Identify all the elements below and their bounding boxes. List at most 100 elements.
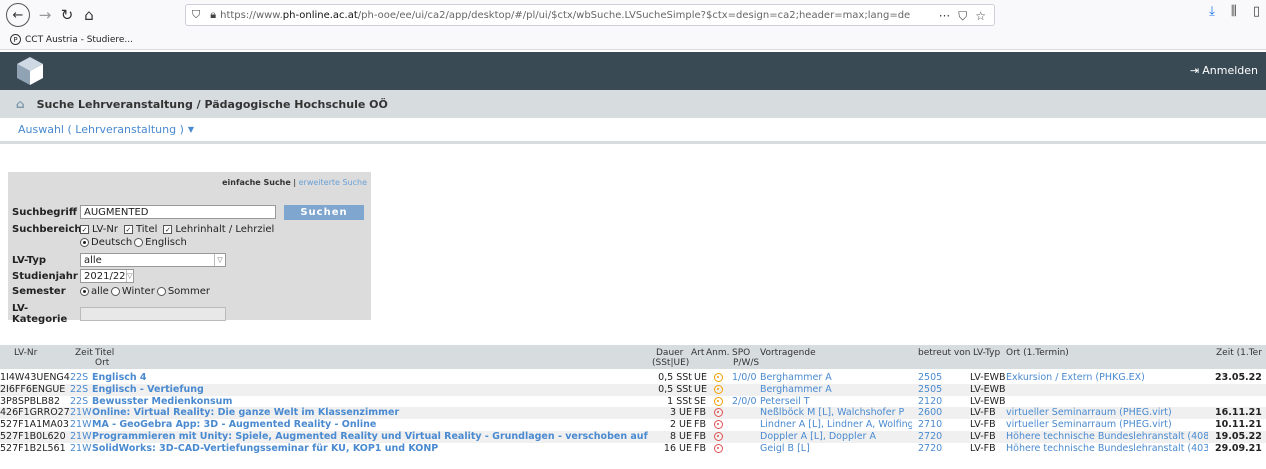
checkbox-lehrinhalt[interactable]: ✓ xyxy=(163,225,173,234)
cell-betreut[interactable]: 2600 xyxy=(918,407,958,419)
cell-datum: 19.05.22 xyxy=(1215,430,1262,442)
course-title-link[interactable]: Programmieren mit Unity: Spiele, Augment… xyxy=(92,431,652,443)
login-button[interactable]: ⇥ Anmelden xyxy=(1190,64,1258,77)
cell-lvnr: 3P8SPBLB82 xyxy=(0,395,60,407)
cell-betreut[interactable]: 2720 xyxy=(918,431,958,443)
home-icon[interactable]: ⌂ xyxy=(16,97,25,111)
location-link[interactable]: Höhere technische Bundeslehranstalt (408… xyxy=(1006,431,1208,443)
more-actions-icon[interactable]: ··· xyxy=(939,9,950,23)
radio-deutsch[interactable] xyxy=(80,238,89,247)
chevron-down-icon: ▽ xyxy=(125,270,133,282)
chevron-down-icon: ▽ xyxy=(214,254,225,266)
cell-semester: 22S xyxy=(70,372,89,383)
course-title-link[interactable]: Online: Virtual Reality: Die ganze Welt … xyxy=(92,407,652,419)
search-term-label: Suchbegriff xyxy=(12,206,77,218)
cell-art: FB xyxy=(694,419,706,431)
search-button[interactable]: Suchen xyxy=(284,205,364,220)
bookmarks-bar: P CCT Austria - Studiere... xyxy=(0,30,1266,50)
cell-art: UE xyxy=(694,372,707,383)
cell-art: FB xyxy=(694,407,706,419)
lecturer-link[interactable]: Berghammer A xyxy=(760,384,912,396)
radio-semester-winter[interactable] xyxy=(110,287,120,296)
forward-arrow-icon[interactable]: → xyxy=(34,4,56,26)
cell-lvtyp: LV-FB xyxy=(970,419,996,431)
location-link[interactable]: virtueller Seminarraum (PHEG.virt) xyxy=(1006,419,1208,431)
registration-status-icon[interactable] xyxy=(714,420,723,430)
cell-lvtyp: LV-FB xyxy=(970,430,996,442)
cell-semester: 21W xyxy=(70,419,92,431)
cell-dauer: 2 UE xyxy=(669,419,692,431)
location-link[interactable]: virtueller Seminarraum (PHEG.virt) xyxy=(1006,407,1208,419)
pocket-icon[interactable]: ⛉ xyxy=(958,9,967,24)
back-arrow-icon[interactable]: ← xyxy=(6,3,30,27)
course-title-link[interactable]: Englisch - Vertiefung xyxy=(92,384,652,396)
bookmark-item[interactable]: CCT Austria - Studiere... xyxy=(25,35,133,45)
location-link[interactable]: Höhere technische Bundeslehranstalt (403… xyxy=(1006,443,1208,455)
reload-icon[interactable]: ↻ xyxy=(56,4,78,26)
radio-englisch[interactable] xyxy=(134,238,144,247)
bookmark-star-icon[interactable]: ☆ xyxy=(975,9,986,23)
sign-in-icon: ⇥ xyxy=(1190,64,1200,77)
course-title-link[interactable]: Bewusster Medienkonsum xyxy=(92,396,652,408)
download-icon[interactable]: ⤓ xyxy=(1209,4,1215,19)
cell-dauer: 8 UE xyxy=(669,430,692,442)
caret-down-icon: ▼ xyxy=(187,125,195,134)
registration-status-icon[interactable] xyxy=(714,396,723,406)
location-link[interactable]: Exkursion / Extern (PHKG.EX) xyxy=(1006,372,1208,384)
app-header: ⇥ Anmelden xyxy=(0,52,1266,90)
lecturer-link[interactable]: Doppler A [L], Doppler A xyxy=(760,431,912,443)
sidebar-icon[interactable]: ▯ xyxy=(1253,4,1260,19)
table-row: 3P8SPBLB82 22S Bewusster Medienkonsum 1 SSt… xyxy=(0,396,1266,408)
radio-semester-alle[interactable] xyxy=(80,287,89,296)
cell-art: FB xyxy=(694,442,706,454)
semester-label: Semester xyxy=(12,286,66,297)
lecturer-link[interactable]: Peterseil T xyxy=(760,396,912,408)
checkbox-lvnr[interactable]: ✓ xyxy=(80,225,89,234)
lecturer-link[interactable]: Berghammer A xyxy=(760,372,912,384)
search-term-input[interactable]: AUGMENTED xyxy=(80,205,276,219)
cell-betreut[interactable]: 2505 xyxy=(918,384,958,396)
lv-type-select[interactable]: alle ▽ xyxy=(80,253,226,267)
table-row: 527F1A1MA03 21W MA - GeoGebra App: 3D - Au… xyxy=(0,419,1266,431)
cell-semester: 21W xyxy=(70,430,92,442)
bookmark-favicon-icon: P xyxy=(10,34,21,45)
study-year-select[interactable]: 2021/22 ▽ xyxy=(80,269,134,283)
library-icon[interactable]: ⫼ xyxy=(1231,4,1237,19)
lv-category-input[interactable] xyxy=(80,307,226,321)
course-title-link[interactable]: MA - GeoGebra App: 3D - Augmented Realit… xyxy=(92,419,652,431)
cell-datum: 16.11.21 xyxy=(1215,407,1262,419)
cell-dauer: 3 UE xyxy=(669,407,692,419)
course-title-link[interactable]: Englisch 4 xyxy=(92,372,652,384)
registration-status-icon[interactable] xyxy=(714,384,723,394)
cell-lvnr: 527F1A1MA03 xyxy=(0,419,69,431)
registration-status-icon[interactable] xyxy=(714,431,723,441)
search-mode-switch: einfache Suche | erweiterte Suche xyxy=(222,178,367,187)
selection-dropdown[interactable]: Auswahl ( Lehrveranstaltung ) ▼ xyxy=(0,118,1266,144)
registration-status-icon[interactable] xyxy=(714,408,723,418)
checkbox-titel[interactable]: ✓ xyxy=(123,225,133,234)
lecturer-link[interactable]: Neßlböck M [L], Walchshofer P xyxy=(760,407,912,419)
advanced-search-link[interactable]: erweiterte Suche xyxy=(299,178,367,187)
registration-status-icon[interactable] xyxy=(714,443,723,453)
registration-status-icon[interactable] xyxy=(714,373,723,382)
cell-datum: 23.05.22 xyxy=(1215,372,1262,383)
table-row: 527F1B2L561 21W SolidWorks: 3D-CAD-Vertief… xyxy=(0,443,1266,455)
search-area-label: Suchbereich xyxy=(12,224,82,235)
cell-betreut[interactable]: 2505 xyxy=(918,372,958,384)
cell-betreut[interactable]: 2120 xyxy=(918,396,958,408)
logo-icon[interactable] xyxy=(15,55,45,87)
url-text: https://www.ph-online.ac.at/ph-ooe/ee/ui… xyxy=(220,9,911,21)
url-bar[interactable]: ⛉ 🔒︎ https://www.ph-online.ac.at/ph-ooe/… xyxy=(185,4,995,26)
cell-betreut[interactable]: 2710 xyxy=(918,419,958,431)
lecturer-link[interactable]: Lindner A [L], Lindner A, Wolfinger J xyxy=(760,419,912,431)
cell-dauer: 0,5 SSt xyxy=(658,383,692,395)
cell-betreut[interactable]: 2720 xyxy=(918,443,958,455)
home-icon[interactable]: ⌂ xyxy=(78,4,100,26)
lecturer-link[interactable]: Geigl B [L] xyxy=(760,443,912,455)
radio-semester-sommer[interactable] xyxy=(156,287,166,296)
study-year-label: Studienjahr xyxy=(12,270,78,282)
lv-type-label: LV-Typ xyxy=(12,254,46,266)
course-title-link[interactable]: SolidWorks: 3D-CAD-Vertiefungsseminar fü… xyxy=(92,443,652,455)
cell-semester: 21W xyxy=(70,442,92,454)
cell-art: UE xyxy=(694,383,707,395)
